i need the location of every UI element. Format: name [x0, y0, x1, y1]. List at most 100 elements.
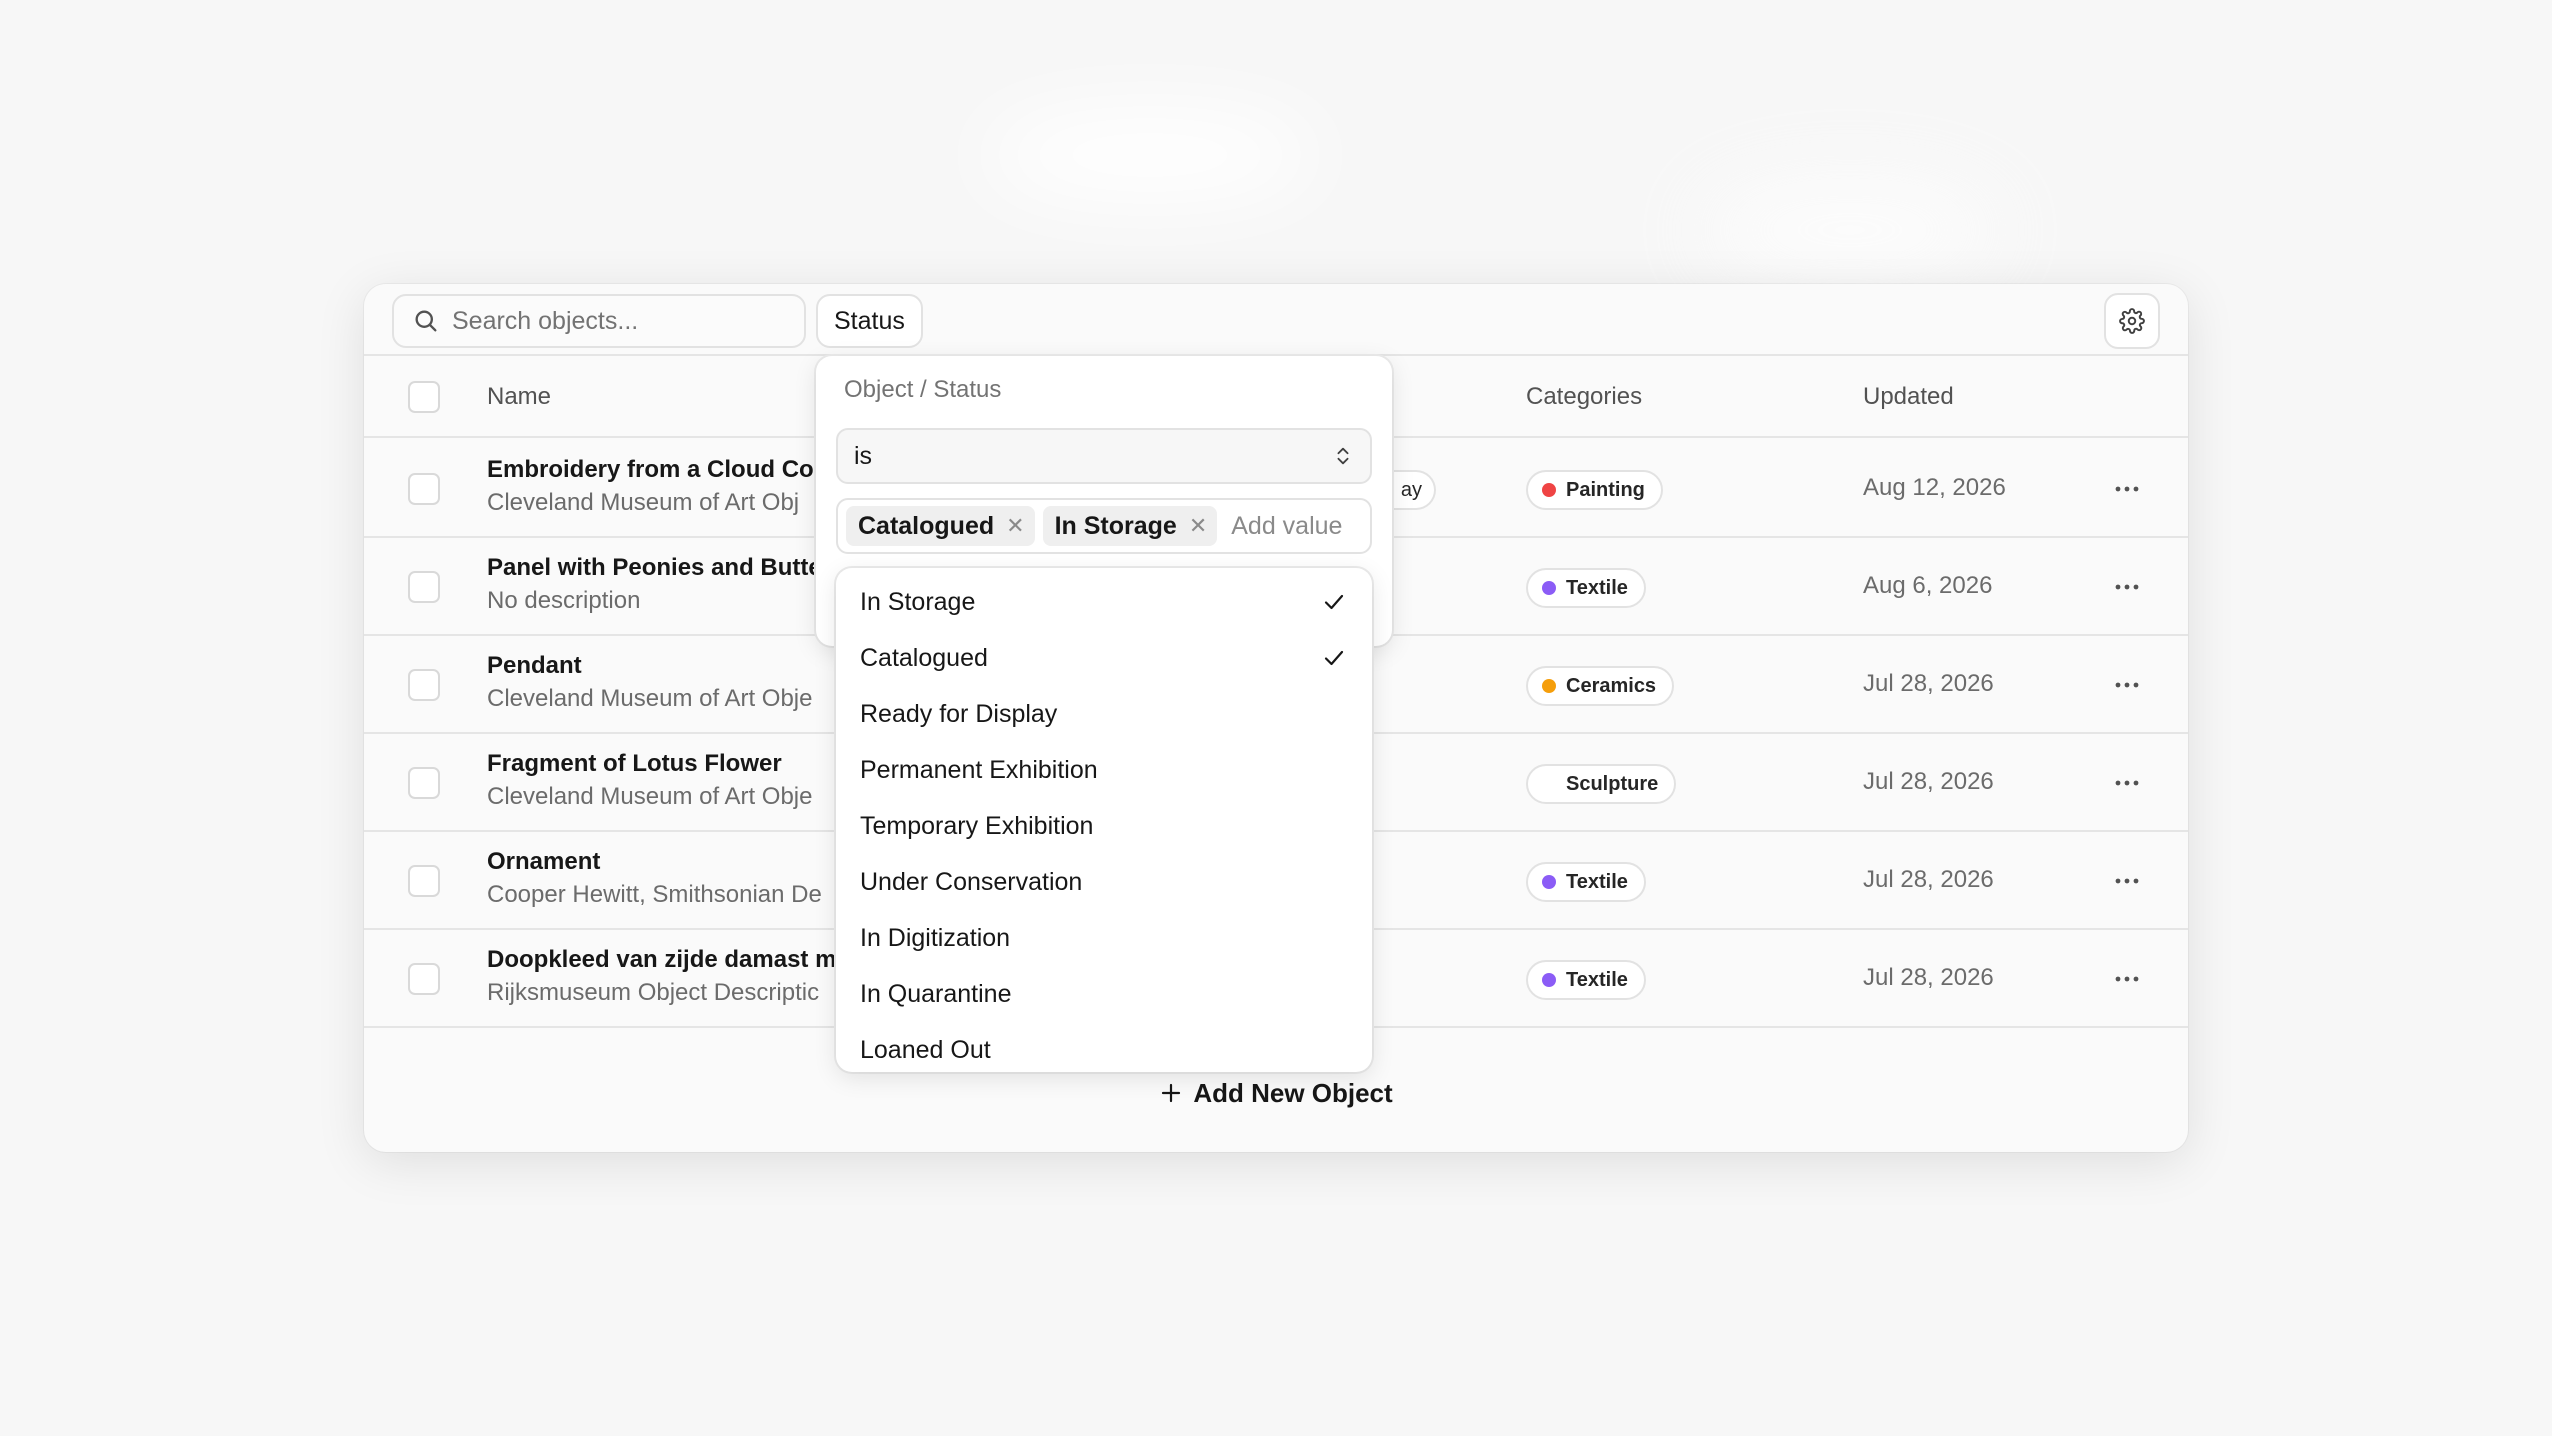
status-option-label: Under Conservation: [860, 867, 1083, 896]
status-option-label: Catalogued: [860, 643, 988, 672]
category-label: Painting: [1566, 478, 1645, 501]
column-header-categories[interactable]: Categories: [1526, 356, 1642, 438]
row-actions-button[interactable]: [2112, 966, 2142, 992]
add-new-object-label: Add New Object: [1193, 1077, 1393, 1108]
object-description: Cleveland Museum of Art Obje: [487, 685, 813, 712]
status-option[interactable]: Permanent Exhibition: [836, 742, 1372, 798]
category-badge: Textile: [1526, 862, 1646, 902]
object-description: Cleveland Museum of Art Obje: [487, 783, 813, 810]
background-glow: [1700, 180, 2000, 280]
category-label: Textile: [1566, 576, 1628, 599]
chevron-up-down-icon: [1337, 447, 1349, 465]
category-badge: Textile: [1526, 960, 1646, 1000]
status-filter-button[interactable]: Status: [816, 294, 923, 348]
row-checkbox[interactable]: [408, 571, 440, 603]
row-actions-button[interactable]: [2112, 476, 2142, 502]
more-horizontal-icon: [2115, 584, 2139, 590]
category-dot: [1542, 973, 1556, 987]
status-option[interactable]: Temporary Exhibition: [836, 798, 1372, 854]
row-actions-button[interactable]: [2112, 770, 2142, 796]
object-description: Cleveland Museum of Art Obj: [487, 489, 800, 516]
toolbar: Status: [364, 284, 2188, 356]
updated-date: Aug 6, 2026: [1863, 572, 1993, 599]
more-horizontal-icon: [2115, 780, 2139, 786]
updated-date: Jul 28, 2026: [1863, 866, 1994, 893]
category-label: Sculpture: [1566, 772, 1659, 795]
row-checkbox[interactable]: [408, 767, 440, 799]
row-checkbox[interactable]: [408, 963, 440, 995]
status-option[interactable]: In Storage: [836, 574, 1372, 630]
value-chip-label: Catalogued: [858, 511, 995, 540]
status-options-dropdown: In Storage Catalogued Ready for Display Per…: [836, 568, 1372, 1072]
category-label: Textile: [1566, 968, 1628, 991]
status-option-label: Permanent Exhibition: [860, 755, 1098, 784]
status-option[interactable]: Catalogued: [836, 630, 1372, 686]
more-horizontal-icon: [2115, 682, 2139, 688]
search-box[interactable]: [392, 294, 806, 348]
status-option-label: Temporary Exhibition: [860, 811, 1094, 840]
status-option-label: Loaned Out: [860, 1035, 991, 1064]
close-icon[interactable]: ✕: [1189, 513, 1207, 539]
search-input[interactable]: [452, 306, 782, 336]
category-label: Textile: [1566, 870, 1628, 893]
filter-values-input[interactable]: Catalogued ✕ In Storage ✕: [836, 498, 1372, 554]
updated-date: Jul 28, 2026: [1863, 964, 1994, 991]
status-option[interactable]: Loaned Out: [836, 1022, 1372, 1072]
check-icon: [1324, 650, 1344, 666]
row-actions-button[interactable]: [2112, 868, 2142, 894]
status-option-label: In Quarantine: [860, 979, 1012, 1008]
updated-date: Jul 28, 2026: [1863, 768, 1994, 795]
object-name[interactable]: Fragment of Lotus Flower: [487, 750, 782, 778]
status-option-label: In Digitization: [860, 923, 1011, 952]
value-chip: Catalogued ✕: [846, 506, 1035, 546]
updated-date: Aug 12, 2026: [1863, 474, 2006, 501]
more-horizontal-icon: [2115, 878, 2139, 884]
status-option[interactable]: In Quarantine: [836, 966, 1372, 1022]
column-header-name[interactable]: Name: [487, 356, 551, 438]
row-actions-button[interactable]: [2112, 672, 2142, 698]
add-value-input[interactable]: [1231, 511, 1362, 541]
category-dot: [1542, 483, 1556, 497]
object-name[interactable]: Panel with Peonies and Butte: [487, 554, 822, 582]
select-all-checkbox[interactable]: [408, 381, 440, 413]
object-name[interactable]: Pendant: [487, 652, 582, 680]
category-badge: Sculpture: [1526, 764, 1677, 804]
operator-select[interactable]: is: [836, 428, 1372, 484]
object-name[interactable]: Embroidery from a Cloud Col: [487, 456, 820, 484]
plus-icon: [1162, 1083, 1181, 1103]
category-label: Ceramics: [1566, 674, 1657, 697]
category-dot: [1542, 581, 1556, 595]
category-badge: Textile: [1526, 568, 1646, 608]
search-icon: [415, 310, 437, 332]
updated-date: Jul 28, 2026: [1863, 670, 1994, 697]
column-header-updated[interactable]: Updated: [1863, 356, 1954, 438]
object-description: Rijksmuseum Object Descriptic: [487, 979, 820, 1006]
row-actions-button[interactable]: [2112, 574, 2142, 600]
check-icon: [1324, 594, 1344, 610]
category-badge: Ceramics: [1526, 666, 1675, 706]
object-name[interactable]: Doopkleed van zijde damast m: [487, 946, 836, 974]
more-horizontal-icon: [2115, 976, 2139, 982]
category-dot: [1542, 777, 1556, 791]
row-checkbox[interactable]: [408, 473, 440, 505]
object-name[interactable]: Ornament: [487, 848, 600, 876]
status-filter-label: Status: [834, 306, 905, 335]
add-new-object-button[interactable]: Add New Object: [364, 1068, 2188, 1118]
settings-button[interactable]: [2104, 293, 2160, 349]
close-icon[interactable]: ✕: [1006, 513, 1024, 539]
more-horizontal-icon: [2115, 486, 2139, 492]
filter-breadcrumb: Object / Status: [844, 376, 1002, 403]
status-option[interactable]: In Digitization: [836, 910, 1372, 966]
value-chip: In Storage ✕: [1042, 506, 1218, 546]
object-description: Cooper Hewitt, Smithsonian De: [487, 881, 822, 908]
status-option-label: In Storage: [860, 587, 976, 616]
category-badge: Painting: [1526, 470, 1663, 510]
status-option-label: Ready for Display: [860, 699, 1058, 728]
row-checkbox[interactable]: [408, 669, 440, 701]
value-chip-label: In Storage: [1054, 511, 1177, 540]
category-dot: [1542, 679, 1556, 693]
status-option[interactable]: Under Conservation: [836, 854, 1372, 910]
row-checkbox[interactable]: [408, 865, 440, 897]
category-dot: [1542, 875, 1556, 889]
status-option[interactable]: Ready for Display: [836, 686, 1372, 742]
